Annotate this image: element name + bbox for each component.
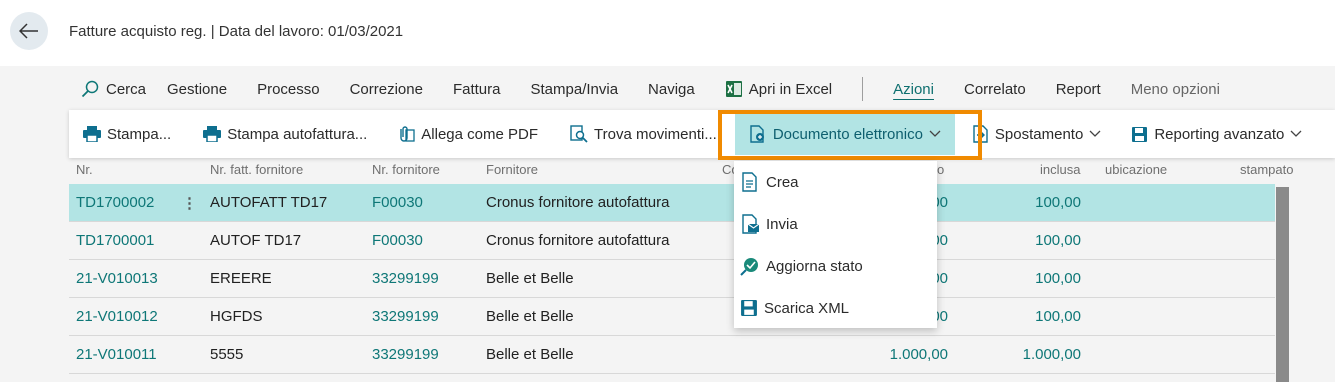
amount-incl-vat-link[interactable]: 100,00 — [1035, 232, 1081, 249]
menu-item-label: Aggiorna stato — [766, 257, 863, 275]
save-icon — [1132, 126, 1148, 142]
divider — [862, 77, 864, 101]
action-bar: Cerca Gestione Processo Correzione Fattu… — [69, 72, 1335, 106]
menu-item-send[interactable]: Invia — [734, 203, 937, 245]
column-header[interactable]: Nr. fornitore — [372, 162, 440, 177]
menu-item-update-status[interactable]: Aggiorna stato — [734, 245, 937, 287]
menu-stampa-invia[interactable]: Stampa/Invia — [531, 81, 619, 98]
vendor-number-link[interactable]: 33299199 — [372, 270, 439, 287]
menu-item-label: Crea — [766, 173, 799, 191]
find-entries-button[interactable]: Trova movimenti... — [538, 110, 717, 158]
vendor-name: Cronus fornitore autofattura — [486, 232, 670, 249]
page-title: Fatture acquisto reg. | Data del lavoro:… — [69, 23, 404, 40]
vendor-name: Belle et Belle — [486, 346, 574, 363]
amount-incl-vat-link[interactable]: 100,00 — [1035, 194, 1081, 211]
menu-gestione[interactable]: Gestione — [167, 81, 227, 98]
column-header[interactable]: stampato — [1240, 162, 1293, 177]
attach-as-pdf-label: Allega come PDF — [421, 125, 539, 143]
vendor-invoice-number: AUTOFATT TD17 — [210, 194, 328, 211]
vendor-number-link[interactable]: F00030 — [372, 232, 423, 249]
menu-correzione[interactable]: Correzione — [350, 81, 423, 98]
print-self-invoice-label: Stampa autofattura... — [227, 125, 368, 143]
attach-as-pdf-button[interactable]: Allega come PDF — [367, 110, 538, 158]
invoice-number-link[interactable]: TD1700002 — [76, 194, 154, 211]
vendor-invoice-number: HGFDS — [210, 308, 263, 325]
arrow-left-icon — [19, 23, 38, 39]
table-header: Nr. Nr. fatt. fornitore Nr. fornitore Fo… — [69, 158, 1293, 184]
column-header[interactable]: Nr. — [76, 162, 93, 177]
move-label: Spostamento — [994, 125, 1084, 143]
vendor-name: Cronus fornitore autofattura — [486, 194, 670, 211]
vendor-invoice-number: 5555 — [210, 346, 244, 363]
search-icon — [81, 80, 99, 98]
vendor-invoice-number: AUTOF TD17 — [210, 232, 302, 249]
vendor-number-link[interactable]: 33299199 — [372, 308, 439, 325]
amount-incl-vat-link[interactable]: 100,00 — [1035, 270, 1081, 287]
amount-incl-vat-link[interactable]: 1.000,00 — [1023, 346, 1081, 363]
amount-link[interactable]: 1.000,00 — [890, 346, 948, 363]
search-label: Cerca — [106, 80, 147, 98]
column-header[interactable]: ubicazione — [1105, 162, 1167, 177]
send-document-icon — [742, 214, 760, 234]
menu-item-label: Scarica XML — [764, 299, 850, 317]
excel-label: Apri in Excel — [748, 80, 833, 98]
invoice-number-link[interactable]: 21-V010011 — [76, 346, 157, 363]
save-icon — [741, 300, 757, 316]
open-in-excel-button[interactable]: Apri in Excel — [725, 80, 832, 98]
excel-icon — [725, 81, 742, 97]
vertical-scrollbar[interactable] — [1276, 187, 1289, 382]
back-button[interactable] — [10, 12, 48, 50]
print-label: Stampa... — [107, 125, 172, 143]
less-options-button[interactable]: Meno opzioni — [1131, 81, 1220, 98]
invoices-table: Nr. Nr. fatt. fornitore Nr. fornitore Fo… — [69, 158, 1293, 374]
vendor-number-link[interactable]: 33299199 — [372, 346, 439, 363]
chevron-down-icon — [1290, 130, 1302, 137]
advanced-reporting-button[interactable]: Reporting avanzato — [1101, 110, 1302, 158]
row-menu-icon[interactable]: ⋮ — [182, 194, 197, 212]
invoice-number-link[interactable]: TD1700001 — [76, 232, 154, 249]
chevron-down-icon — [1089, 130, 1101, 137]
find-document-icon — [570, 125, 588, 143]
advanced-reporting-label: Reporting avanzato — [1154, 125, 1285, 143]
column-header[interactable]: inclusa — [1040, 162, 1080, 177]
printer-icon — [83, 126, 101, 142]
search-button[interactable]: Cerca — [81, 80, 146, 98]
highlight-box — [718, 110, 982, 160]
vendor-invoice-number: EREERE — [210, 270, 272, 287]
tab-azioni[interactable]: Azioni — [893, 81, 934, 98]
vendor-name: Belle et Belle — [486, 308, 574, 325]
printer-icon — [203, 126, 222, 142]
table-row[interactable]: TD1700001 AUTOF TD17 F00030 Cronus forni… — [69, 222, 1275, 260]
print-button[interactable]: Stampa... — [69, 110, 171, 158]
invoice-number-link[interactable]: 21-V010012 — [76, 308, 158, 325]
menu-item-label: Invia — [766, 215, 798, 233]
column-header[interactable]: Nr. fatt. fornitore — [210, 162, 303, 177]
amount-incl-vat-link[interactable]: 100,00 — [1035, 308, 1081, 325]
menu-processo[interactable]: Processo — [257, 81, 320, 98]
invoice-number-link[interactable]: 21-V010013 — [76, 270, 158, 287]
menu-item-create[interactable]: Crea — [734, 161, 937, 203]
print-self-invoice-button[interactable]: Stampa autofattura... — [171, 110, 367, 158]
table-row[interactable]: TD1700002 ⋮ AUTOFATT TD17 F00030 Cronus … — [69, 184, 1275, 222]
column-header[interactable]: o — [937, 162, 944, 177]
table-row[interactable]: 21-V010012 HGFDS 33299199 Belle et Belle… — [69, 298, 1275, 336]
page-header: Fatture acquisto reg. | Data del lavoro:… — [0, 0, 1335, 66]
tab-report[interactable]: Report — [1056, 81, 1101, 98]
column-header[interactable]: Fornitore — [486, 162, 538, 177]
vendor-number-link[interactable]: F00030 — [372, 194, 423, 211]
menu-item-download-xml[interactable]: Scarica XML — [734, 287, 937, 329]
actions-toolbar: Stampa... Stampa autofattura... Allega c… — [69, 110, 1335, 158]
menu-naviga[interactable]: Naviga — [648, 81, 695, 98]
create-document-icon — [742, 172, 757, 192]
table-row[interactable]: 21-V010011 5555 33299199 Belle et Belle … — [69, 336, 1275, 374]
update-status-icon — [740, 258, 758, 276]
table-row[interactable]: 21-V010013 EREERE 33299199 Belle et Bell… — [69, 260, 1275, 298]
vendor-name: Belle et Belle — [486, 270, 574, 287]
attachment-icon — [400, 126, 415, 142]
menu-fattura[interactable]: Fattura — [453, 81, 501, 98]
tab-correlato[interactable]: Correlato — [964, 81, 1026, 98]
find-entries-label: Trova movimenti... — [594, 125, 717, 143]
electronic-document-menu: Crea Invia Aggiorna stato Scarica XML — [734, 161, 937, 328]
